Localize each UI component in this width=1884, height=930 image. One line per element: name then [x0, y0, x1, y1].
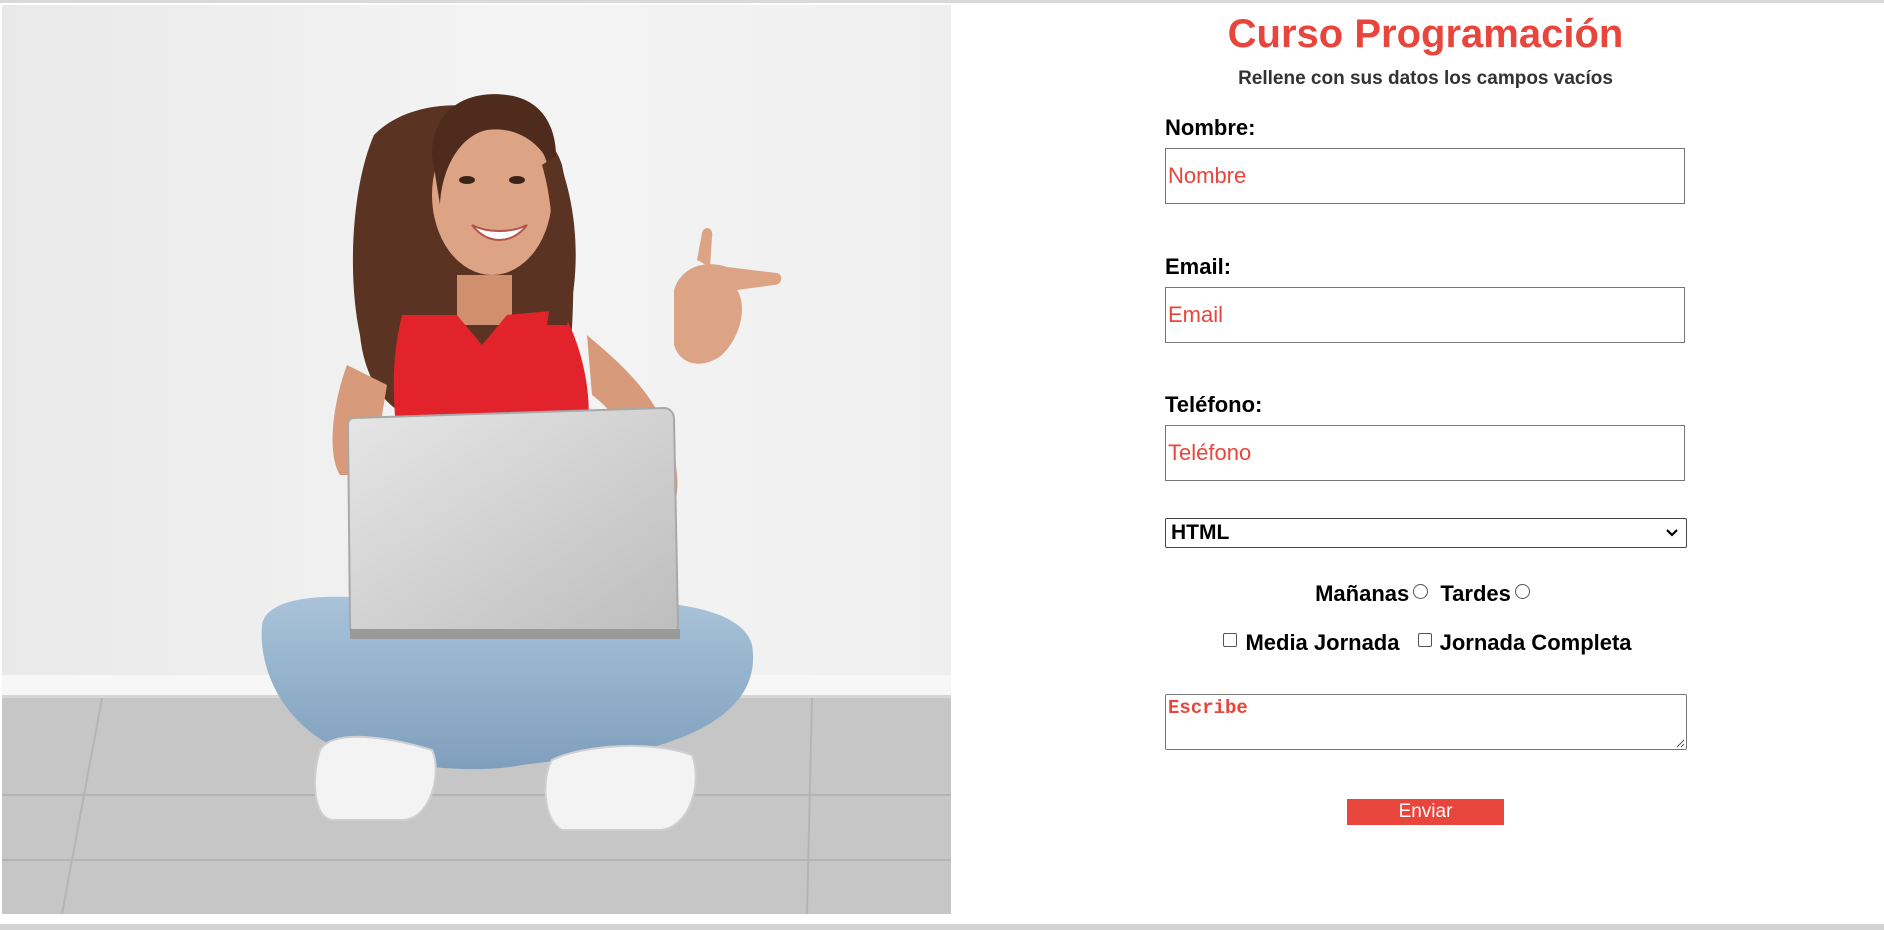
checkbox-jornada-completa[interactable]	[1417, 633, 1432, 647]
telefono-input[interactable]	[1165, 425, 1685, 481]
chevron-down-icon	[1666, 529, 1678, 537]
radio-mananas[interactable]	[1413, 584, 1429, 599]
nombre-label: Nombre:	[1165, 115, 1256, 140]
checkbox-label-media-jornada: Media Jornada	[1245, 630, 1400, 655]
email-label: Email:	[1165, 254, 1232, 279]
page-subtitle: Rellene con sus datos los campos vacíos	[1238, 68, 1613, 89]
hero-photo	[2, 5, 951, 914]
comments-textarea[interactable]	[1165, 694, 1687, 750]
schedule-options: Mañanas Tardes	[951, 580, 1884, 608]
page-title: Curso Programación	[1227, 12, 1624, 56]
bottom-border	[0, 924, 1884, 930]
registration-form: Curso Programación Rellene con sus datos…	[951, 0, 1884, 924]
nombre-input[interactable]	[1165, 148, 1685, 204]
course-select[interactable]: HTML	[1165, 518, 1687, 548]
email-input[interactable]	[1165, 287, 1685, 343]
checkbox-label-jornada-completa: Jornada Completa	[1439, 630, 1632, 655]
radio-label-tardes: Tardes	[1440, 581, 1511, 606]
radio-label-mananas: Mañanas	[1315, 581, 1410, 606]
course-select-value: HTML	[1171, 521, 1230, 544]
workload-options: Media Jornada Jornada Completa	[951, 629, 1884, 657]
checkbox-media-jornada[interactable]	[1223, 633, 1238, 647]
resize-grip-icon[interactable]	[1675, 738, 1685, 748]
radio-tardes[interactable]	[1514, 584, 1530, 599]
telefono-label: Teléfono:	[1165, 392, 1263, 417]
submit-button[interactable]: Enviar	[1347, 799, 1504, 825]
